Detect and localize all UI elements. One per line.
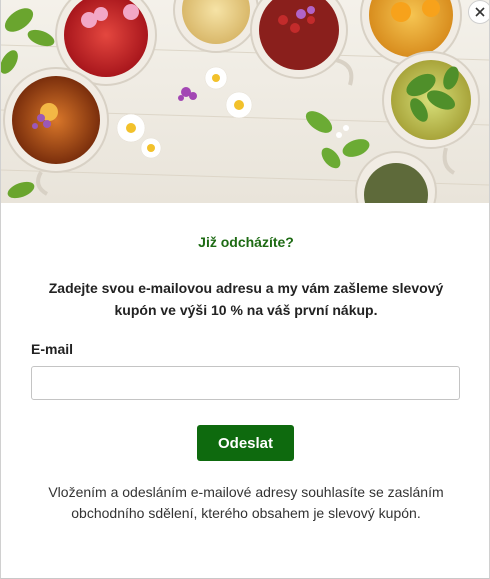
close-icon (475, 7, 485, 17)
hero-image (1, 0, 489, 203)
exit-intent-popup: Již odcházíte? Zadejte svou e-mailovou a… (0, 0, 490, 579)
tea-illustration (1, 0, 489, 203)
close-button[interactable] (468, 0, 489, 24)
popup-heading: Již odcházíte? (198, 234, 294, 250)
popup-content: Již odcházíte? Zadejte svou e-mailovou a… (1, 203, 489, 578)
email-input[interactable] (31, 366, 460, 400)
submit-button[interactable]: Odeslat (197, 425, 294, 461)
email-label: E-mail (31, 341, 74, 357)
consent-disclaimer: Vložením a odesláním e-mailové adresy so… (48, 484, 444, 521)
popup-lead-text: Zadejte svou e-mailovou adresu a my vám … (48, 280, 444, 318)
